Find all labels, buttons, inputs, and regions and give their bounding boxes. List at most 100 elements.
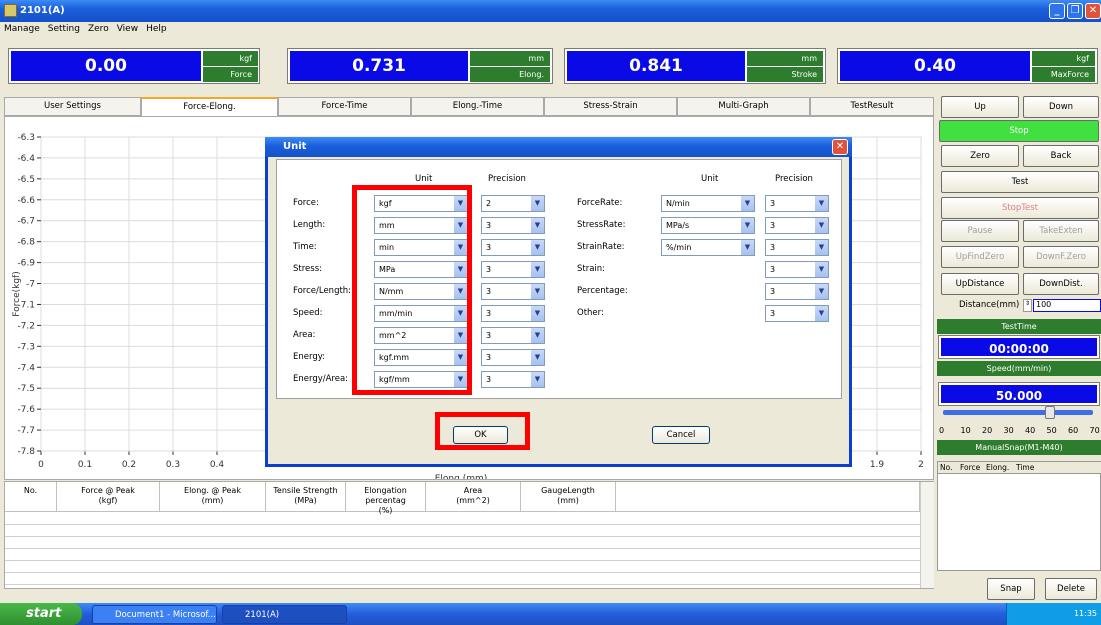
back-button[interactable]: Back bbox=[1023, 145, 1099, 167]
taskbar-item-document[interactable]: Document1 - Microsof... bbox=[92, 605, 217, 624]
takeexten-button[interactable]: TakeExten bbox=[1023, 220, 1099, 242]
chevron-down-icon[interactable]: ▼ bbox=[530, 328, 544, 343]
speed-slider-track[interactable] bbox=[943, 410, 1093, 415]
table-row[interactable] bbox=[5, 561, 920, 573]
chevron-down-icon[interactable]: ▼ bbox=[814, 218, 828, 233]
tab-force-time[interactable]: Force-Time bbox=[278, 97, 411, 116]
cancel-button[interactable]: Cancel bbox=[652, 426, 710, 444]
chevron-down-icon[interactable]: ▼ bbox=[814, 196, 828, 211]
precision-select[interactable]: 3 ▼ bbox=[481, 327, 545, 344]
pause-button[interactable]: Pause bbox=[941, 220, 1019, 242]
rate-unit-select[interactable]: %/min ▼ bbox=[661, 239, 755, 256]
table-row[interactable] bbox=[5, 525, 920, 537]
results-col-header[interactable]: GaugeLength (mm) bbox=[521, 482, 616, 512]
chevron-down-icon[interactable]: ▼ bbox=[814, 284, 828, 299]
y-tick-label: -7.3 bbox=[17, 342, 35, 352]
rate-precision-select[interactable]: 3 ▼ bbox=[765, 239, 829, 256]
y-tick-label: -6.4 bbox=[17, 154, 35, 164]
rate-unit-select[interactable]: MPa/s ▼ bbox=[661, 217, 755, 234]
downdist-button[interactable]: DownDist. bbox=[1023, 273, 1099, 295]
chevron-down-icon[interactable]: ▼ bbox=[530, 350, 544, 365]
stoptest-button[interactable]: StopTest bbox=[941, 197, 1099, 219]
chevron-down-icon[interactable]: ▼ bbox=[530, 240, 544, 255]
stop-button[interactable]: Stop bbox=[939, 120, 1099, 142]
test-button[interactable]: Test bbox=[941, 171, 1099, 193]
snap-button[interactable]: Snap bbox=[987, 578, 1035, 600]
distance-spinner[interactable]: ⇕ bbox=[1023, 299, 1032, 312]
downfzero-button[interactable]: DownF.Zero bbox=[1023, 246, 1099, 268]
precision-select[interactable]: 3 ▼ bbox=[481, 349, 545, 366]
chevron-down-icon[interactable]: ▼ bbox=[530, 262, 544, 277]
menu-zero[interactable]: Zero bbox=[84, 22, 113, 34]
table-row[interactable] bbox=[5, 549, 920, 561]
rate-precision-select[interactable]: 3 ▼ bbox=[765, 261, 829, 278]
results-col-header[interactable]: Elongation percentag (%) bbox=[346, 482, 426, 515]
combo-value: 3 bbox=[486, 243, 492, 252]
tab-force-elong[interactable]: Force-Elong. bbox=[141, 97, 278, 117]
y-tick-label: -7 bbox=[26, 280, 35, 290]
chevron-down-icon[interactable]: ▼ bbox=[814, 240, 828, 255]
tab-testresult[interactable]: TestResult bbox=[810, 97, 934, 116]
chevron-down-icon[interactable]: ▼ bbox=[530, 372, 544, 387]
delete-button[interactable]: Delete bbox=[1045, 578, 1097, 600]
rate-precision-select[interactable]: 3 ▼ bbox=[765, 305, 829, 322]
chevron-down-icon[interactable]: ▼ bbox=[530, 196, 544, 211]
precision-select[interactable]: 3 ▼ bbox=[481, 305, 545, 322]
down-button[interactable]: Down bbox=[1023, 96, 1099, 118]
menu-view[interactable]: View bbox=[113, 22, 142, 34]
chevron-down-icon[interactable]: ▼ bbox=[530, 284, 544, 299]
start-button[interactable]: start bbox=[0, 603, 82, 625]
table-row[interactable] bbox=[5, 537, 920, 549]
rate-precision-select[interactable]: 3 ▼ bbox=[765, 283, 829, 300]
results-col-header[interactable]: No. bbox=[5, 482, 57, 512]
rate-unit-select[interactable]: N/min ▼ bbox=[661, 195, 755, 212]
results-scrollbar[interactable] bbox=[920, 482, 934, 588]
chevron-down-icon[interactable]: ▼ bbox=[530, 218, 544, 233]
chevron-down-icon[interactable]: ▼ bbox=[814, 306, 828, 321]
upfindzero-button[interactable]: UpFindZero bbox=[941, 246, 1019, 268]
app-icon bbox=[4, 4, 17, 17]
chevron-down-icon[interactable]: ▼ bbox=[740, 218, 754, 233]
results-col-header[interactable]: Area (mm^2) bbox=[426, 482, 521, 512]
scale-tick-label: 0 bbox=[939, 426, 945, 435]
chevron-down-icon[interactable]: ▼ bbox=[530, 306, 544, 321]
chevron-down-icon[interactable]: ▼ bbox=[814, 262, 828, 277]
restore-icon[interactable]: ❐ bbox=[1067, 3, 1083, 19]
combo-value: 3 bbox=[486, 265, 492, 274]
menu-setting[interactable]: Setting bbox=[44, 22, 84, 34]
tab-stress-strain[interactable]: Stress-Strain bbox=[544, 97, 677, 116]
precision-select[interactable]: 3 ▼ bbox=[481, 217, 545, 234]
taskbar-item-app[interactable]: 2101(A) bbox=[222, 605, 347, 624]
updistance-button[interactable]: UpDistance bbox=[941, 273, 1019, 295]
distance-input[interactable]: 100 bbox=[1033, 299, 1101, 312]
table-row[interactable] bbox=[5, 573, 920, 585]
table-row[interactable] bbox=[5, 513, 920, 525]
combo-value: 3 bbox=[486, 375, 492, 384]
results-col-header[interactable]: Tensile Strength (MPa) bbox=[266, 482, 346, 512]
tab-multi-graph[interactable]: Multi-Graph bbox=[677, 97, 810, 116]
minimize-icon[interactable]: _ bbox=[1049, 3, 1065, 19]
rate-precision-select[interactable]: 3 ▼ bbox=[765, 217, 829, 234]
results-col-header[interactable]: Force @ Peak (kgf) bbox=[57, 482, 160, 512]
menu-manage[interactable]: Manage bbox=[0, 22, 44, 34]
distance-label: Distance(mm) bbox=[959, 300, 1020, 310]
precision-select[interactable]: 3 ▼ bbox=[481, 371, 545, 388]
up-button[interactable]: Up bbox=[941, 96, 1019, 118]
precision-select[interactable]: 3 ▼ bbox=[481, 239, 545, 256]
dialog-close-icon[interactable]: ✕ bbox=[832, 139, 848, 155]
tab-elong-time[interactable]: Elong.-Time bbox=[411, 97, 544, 116]
zero-button[interactable]: Zero bbox=[941, 145, 1019, 167]
precision-select[interactable]: 2 ▼ bbox=[481, 195, 545, 212]
close-icon[interactable]: ✕ bbox=[1085, 3, 1101, 19]
precision-select[interactable]: 3 ▼ bbox=[481, 283, 545, 300]
chevron-down-icon[interactable]: ▼ bbox=[740, 196, 754, 211]
rate-precision-select[interactable]: 3 ▼ bbox=[765, 195, 829, 212]
maxforce-value: 0.40 bbox=[840, 51, 1030, 81]
snap-col-header: Elong. bbox=[986, 463, 1010, 472]
precision-select[interactable]: 3 ▼ bbox=[481, 261, 545, 278]
chevron-down-icon[interactable]: ▼ bbox=[740, 240, 754, 255]
results-col-header[interactable]: Elong. @ Peak (mm) bbox=[160, 482, 266, 512]
menu-help[interactable]: Help bbox=[142, 22, 171, 34]
speed-slider-thumb[interactable] bbox=[1045, 406, 1056, 419]
tab-user-settings[interactable]: User Settings bbox=[4, 97, 141, 116]
